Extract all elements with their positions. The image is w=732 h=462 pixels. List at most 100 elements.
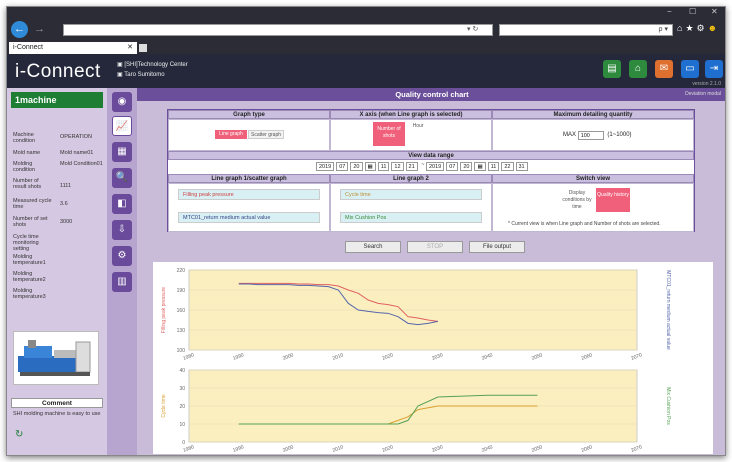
stop-button[interactable]: STOP bbox=[407, 241, 463, 253]
search-button[interactable]: Search bbox=[345, 241, 401, 253]
y2-axis-label: Mix Cushion Pos bbox=[665, 387, 671, 425]
max-input[interactable]: 100 bbox=[577, 131, 604, 140]
x-tick-label: 2050 bbox=[531, 352, 544, 362]
browser-search-input[interactable]: ρ ▾ bbox=[499, 24, 673, 36]
toolbar-icons: ⌂★⚙☻ bbox=[677, 23, 720, 34]
line2-header: Line graph 2 bbox=[330, 174, 492, 183]
x-tick-label: 2020 bbox=[382, 352, 395, 362]
new-tab-button[interactable] bbox=[139, 44, 147, 52]
monitor-icon[interactable]: ▭ bbox=[681, 60, 699, 78]
line-graph-button[interactable]: Line graph bbox=[215, 130, 247, 139]
to-second[interactable]: 31 bbox=[515, 162, 528, 171]
from-day[interactable]: 20 bbox=[350, 162, 363, 171]
from-minute[interactable]: 12 bbox=[391, 162, 404, 171]
logout-icon[interactable]: ⇥ bbox=[705, 60, 723, 78]
address-bar-row: ← → ▾ ↻ ρ ▾ ⌂★⚙☻ bbox=[7, 17, 725, 41]
browser-tab[interactable]: i-Connect ✕ bbox=[9, 42, 137, 54]
file-output-button[interactable]: File output bbox=[469, 241, 525, 253]
sidebar-quality-icon[interactable]: ▦ bbox=[112, 142, 132, 162]
from-second[interactable]: 21 bbox=[405, 162, 418, 171]
comment-text: SHI molding machine is easy to use bbox=[13, 411, 101, 417]
max-range: (1~1000) bbox=[607, 132, 632, 138]
main-content: Quality control chart Deviation modal Gr… bbox=[137, 88, 725, 455]
sidebar-search-icon[interactable]: 🔍 bbox=[112, 168, 132, 188]
forward-icon[interactable]: → bbox=[31, 21, 48, 38]
date-range-row: 2019 07 20 ▦ 11 12 21 ~ 2019 07 20 ▦ 11 22 31 bbox=[316, 162, 530, 171]
field-key: Molding temperature1 bbox=[13, 254, 46, 266]
user-icon: ▣ bbox=[117, 72, 123, 78]
sidebar-factory-icon[interactable]: ▥ bbox=[112, 272, 132, 292]
line1-select-2[interactable]: MTC01_return medium actual value bbox=[178, 212, 320, 223]
y-tick-label: 190 bbox=[177, 288, 186, 294]
title-bar: − ☐ ✕ bbox=[7, 7, 725, 17]
to-year[interactable]: 2019 bbox=[425, 162, 445, 171]
mail-icon[interactable]: ✉ bbox=[655, 60, 673, 78]
from-year[interactable]: 2019 bbox=[316, 162, 335, 171]
sidebar-chart-icon[interactable]: 📈 bbox=[112, 116, 132, 136]
gear-icon[interactable]: ⚙ bbox=[697, 23, 708, 33]
x-tick-label: 2060 bbox=[581, 444, 594, 454]
sidebar: ◉ 📈 ▦ 🔍 ◧ ⇩ ⚙ ▥ bbox=[107, 88, 137, 455]
y-tick-label: 10 bbox=[179, 422, 185, 428]
line2-select-1[interactable]: Cycle time bbox=[340, 189, 482, 200]
switch-header: Switch view bbox=[492, 174, 694, 183]
y-tick-label: 130 bbox=[177, 328, 186, 334]
report-icon[interactable]: ▤ bbox=[603, 60, 621, 78]
number-of-shots-button[interactable]: Number of shots bbox=[373, 122, 405, 146]
user-info: ▣ [SHI]Technology Center ▣ Taro Sumitomo bbox=[117, 60, 188, 80]
field-value: OPERATION bbox=[60, 134, 92, 140]
field-key: Measured cycle time bbox=[13, 198, 52, 210]
x-tick-label: 2000 bbox=[282, 352, 295, 362]
x-tick-label: 2050 bbox=[531, 444, 544, 454]
control-panel: Graph type X axis (when Line graph is se… bbox=[167, 109, 695, 232]
field-value: 3.6 bbox=[60, 201, 68, 207]
from-calendar-icon[interactable]: ▦ bbox=[364, 162, 376, 171]
to-hour[interactable]: 11 bbox=[487, 162, 500, 171]
machine-panel: 1machine Machine condition OPERATION Mol… bbox=[7, 88, 107, 455]
xaxis-header: X axis (when Line graph is selected) bbox=[330, 110, 492, 119]
from-month[interactable]: 07 bbox=[336, 162, 349, 171]
line2-select-2[interactable]: Mix Cushion Pos bbox=[340, 212, 482, 223]
org-name: [SHI]Technology Center bbox=[124, 62, 188, 68]
tab-close-icon[interactable]: ✕ bbox=[127, 42, 133, 54]
quality-history-button[interactable]: Quality history bbox=[596, 188, 630, 212]
hour-button[interactable]: Hour bbox=[406, 122, 430, 132]
star-icon[interactable]: ★ bbox=[685, 23, 696, 33]
y-tick-label: 0 bbox=[182, 440, 185, 446]
url-input[interactable] bbox=[63, 24, 493, 36]
to-calendar-icon[interactable]: ▦ bbox=[474, 162, 486, 171]
sidebar-download-icon[interactable]: ⇩ bbox=[112, 220, 132, 240]
x-tick-label: 2020 bbox=[382, 444, 395, 454]
to-minute[interactable]: 22 bbox=[501, 162, 514, 171]
deviation-link[interactable]: Deviation modal bbox=[685, 88, 721, 101]
smiley-icon[interactable]: ☻ bbox=[708, 23, 720, 33]
to-day[interactable]: 20 bbox=[460, 162, 473, 171]
field-value: 1111 bbox=[60, 183, 72, 189]
field-value: Mold name01 bbox=[60, 150, 94, 156]
scatter-graph-button[interactable]: Scatter graph bbox=[248, 130, 284, 139]
machine-title: 1machine bbox=[11, 92, 103, 108]
max-header: Maximum detailing quantity bbox=[492, 110, 694, 119]
app-header: i-Connect ▣ [SHI]Technology Center ▣ Tar… bbox=[7, 54, 725, 88]
from-hour[interactable]: 11 bbox=[377, 162, 390, 171]
to-month[interactable]: 07 bbox=[446, 162, 459, 171]
sidebar-settings-icon[interactable]: ⚙ bbox=[112, 246, 132, 266]
field-key: Mold name bbox=[13, 150, 41, 156]
building-icon: ▣ bbox=[117, 62, 123, 68]
refresh-icon[interactable]: ↻ bbox=[15, 429, 23, 440]
sidebar-camera-icon[interactable]: ◧ bbox=[112, 194, 132, 214]
user-name: Taro Sumitomo bbox=[124, 72, 165, 78]
version-label: version 2.1.0 bbox=[692, 81, 721, 87]
x-tick-label: 2060 bbox=[581, 352, 594, 362]
back-icon[interactable]: ← bbox=[11, 21, 28, 38]
display-conditions-button[interactable]: Display conditions by time bbox=[562, 188, 592, 212]
close-window-button[interactable]: ✕ bbox=[711, 7, 718, 17]
refresh-icon[interactable]: ▾ ↻ bbox=[467, 24, 478, 36]
line1-select-1[interactable]: Filling peak pressure bbox=[178, 189, 320, 200]
range-header: View data range bbox=[168, 151, 694, 160]
lock-icon[interactable]: ⌂ bbox=[629, 60, 647, 78]
maximize-button[interactable]: ☐ bbox=[689, 7, 696, 17]
x-tick-label: 2070 bbox=[630, 352, 643, 362]
minimize-button[interactable]: − bbox=[667, 7, 672, 17]
sidebar-home-icon[interactable]: ◉ bbox=[112, 92, 132, 112]
